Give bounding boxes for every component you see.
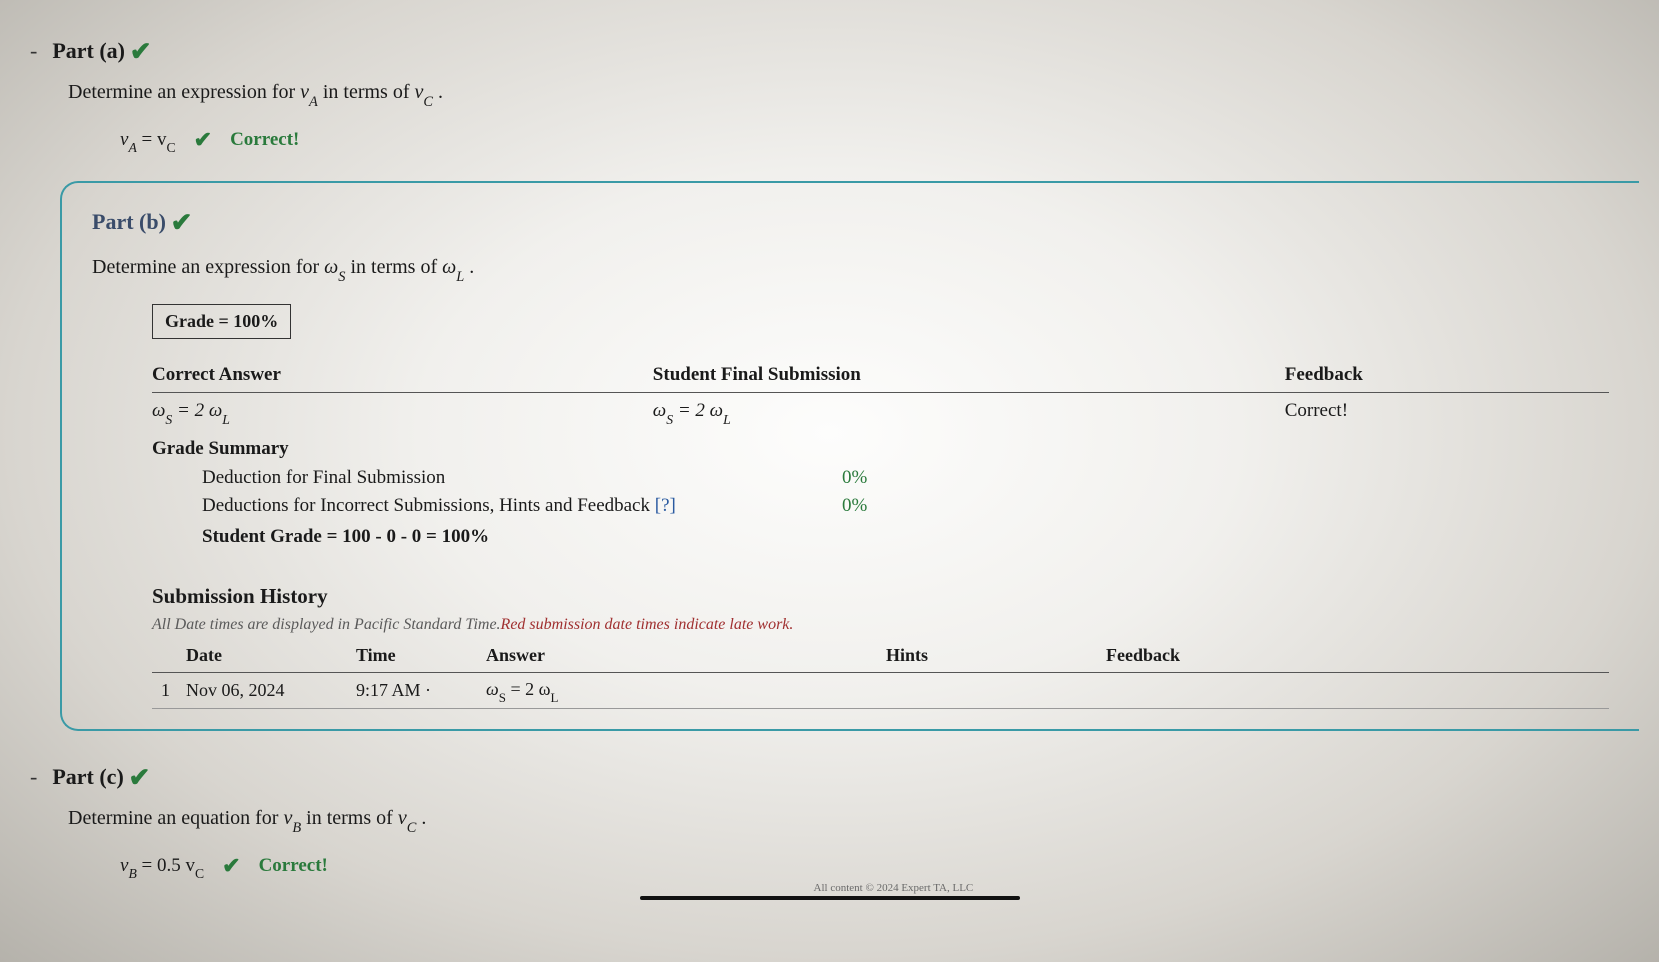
col-feedback: Feedback (1102, 639, 1609, 673)
check-icon: ✔ (129, 763, 151, 792)
text: . (416, 807, 426, 829)
student-answer-value: ωS = 2 ωL (653, 397, 1265, 427)
answer-expression: vA = vC (120, 126, 176, 156)
check-icon: ✔ (171, 208, 193, 237)
deduction-final-label: Deduction for Final Submission (202, 464, 842, 493)
part-a-title: Part (a) (52, 38, 125, 63)
answer-table-header: Correct Answer Student Final Submission … (152, 361, 1609, 390)
collapse-dash[interactable]: - (30, 760, 37, 793)
table-row: 1 Nov 06, 2024 9:17 AM · ωS = 2 ωL (152, 672, 1609, 708)
deduction-incorrect-label: Deductions for Incorrect Submissions, Hi… (202, 492, 842, 521)
col-student-final: Student Final Submission (653, 361, 1265, 390)
answer-expression: vB = 0.5 vC (120, 852, 204, 882)
divider (152, 392, 1609, 393)
text: . (433, 81, 443, 103)
part-c-header[interactable]: - Part (c) ✔ (30, 756, 1639, 795)
cell-hints (882, 672, 1102, 708)
col-idx (152, 639, 182, 673)
part-a: - Part (a) ✔ Determine an expression for… (20, 30, 1639, 156)
deduction-incorrect-row: Deductions for Incorrect Submissions, Hi… (202, 492, 1609, 521)
part-b-title: Part (b) (92, 209, 166, 234)
note-late: Red submission date times indicate late … (501, 616, 794, 633)
text: . (464, 256, 474, 278)
part-c: - Part (c) ✔ Determine an equation for v… (20, 756, 1639, 882)
part-b-box: Part (b) ✔ Determine an expression for ω… (60, 181, 1639, 731)
col-correct-answer: Correct Answer (152, 361, 633, 390)
note-a: All Date times are displayed in Pacific … (152, 616, 501, 633)
grade-box: Grade = 100% (152, 304, 291, 339)
symbol-v: vC (414, 81, 433, 103)
text: in terms of (318, 81, 415, 103)
deduction-final-pct: 0% (842, 464, 867, 493)
help-link[interactable]: [?] (655, 495, 676, 516)
feedback-value: Correct! (1285, 397, 1609, 427)
correct-label: Correct! (230, 126, 299, 155)
check-icon: ✔ (130, 37, 152, 66)
col-time: Time (352, 639, 482, 673)
col-hints: Hints (882, 639, 1102, 673)
text: Determine an equation for (68, 807, 283, 829)
part-c-title: Part (c) (52, 764, 123, 789)
deduction-final-row: Deduction for Final Submission 0% (202, 464, 1609, 493)
symbol-omega: ωS (324, 256, 345, 278)
part-a-answer: vA = vC ✔ Correct! (120, 121, 1639, 156)
part-a-header[interactable]: - Part (a) ✔ (30, 30, 1639, 69)
answer-table-row: ωS = 2 ωL ωS = 2 ωL Correct! (152, 397, 1609, 427)
footer-copyright: All content © 2024 Expert TA, LLC (814, 880, 974, 897)
cell-idx: 1 (152, 672, 182, 708)
cell-answer: ωS = 2 ωL (482, 672, 882, 708)
home-indicator (640, 896, 1020, 900)
col-answer: Answer (482, 639, 882, 673)
correct-answer-value: ωS = 2 ωL (152, 397, 633, 427)
part-b-prompt: Determine an expression for ωS in terms … (92, 252, 1609, 286)
part-c-prompt: Determine an equation for vB in terms of… (68, 803, 1639, 837)
col-feedback: Feedback (1285, 361, 1609, 390)
submission-history-title: Submission History (152, 581, 1609, 613)
text: in terms of (345, 256, 442, 278)
collapse-dash[interactable]: - (30, 34, 37, 67)
symbol-v: vB (283, 807, 301, 829)
submission-history-table: Date Time Answer Hints Feedback 1 Nov 06… (152, 639, 1609, 709)
col-date: Date (182, 639, 352, 673)
table-header-row: Date Time Answer Hints Feedback (152, 639, 1609, 673)
check-icon: ✔ (222, 849, 240, 882)
text: Determine an expression for (68, 81, 300, 103)
submission-history-note: All Date times are displayed in Pacific … (152, 613, 1609, 637)
cell-date: Nov 06, 2024 (182, 672, 352, 708)
part-c-answer: vB = 0.5 vC ✔ Correct! (120, 847, 1639, 882)
symbol-v: vA (300, 81, 318, 103)
symbol-omega: ωL (442, 256, 464, 278)
cell-time: 9:17 AM · (352, 672, 482, 708)
part-b-header[interactable]: Part (b) ✔ (92, 201, 1609, 240)
text: Determine an expression for (92, 256, 324, 278)
check-icon: ✔ (194, 123, 212, 156)
grade-summary-label: Grade Summary (152, 435, 1609, 464)
part-b-details: Grade = 100% Correct Answer Student Fina… (152, 304, 1609, 709)
deduction-incorrect-pct: 0% (842, 492, 867, 521)
student-grade-line: Student Grade = 100 - 0 - 0 = 100% (202, 523, 1609, 552)
text: in terms of (301, 807, 398, 829)
correct-label: Correct! (259, 852, 328, 881)
cell-feedback (1102, 672, 1609, 708)
part-a-prompt: Determine an expression for vA in terms … (68, 77, 1639, 111)
symbol-v: vC (398, 807, 417, 829)
